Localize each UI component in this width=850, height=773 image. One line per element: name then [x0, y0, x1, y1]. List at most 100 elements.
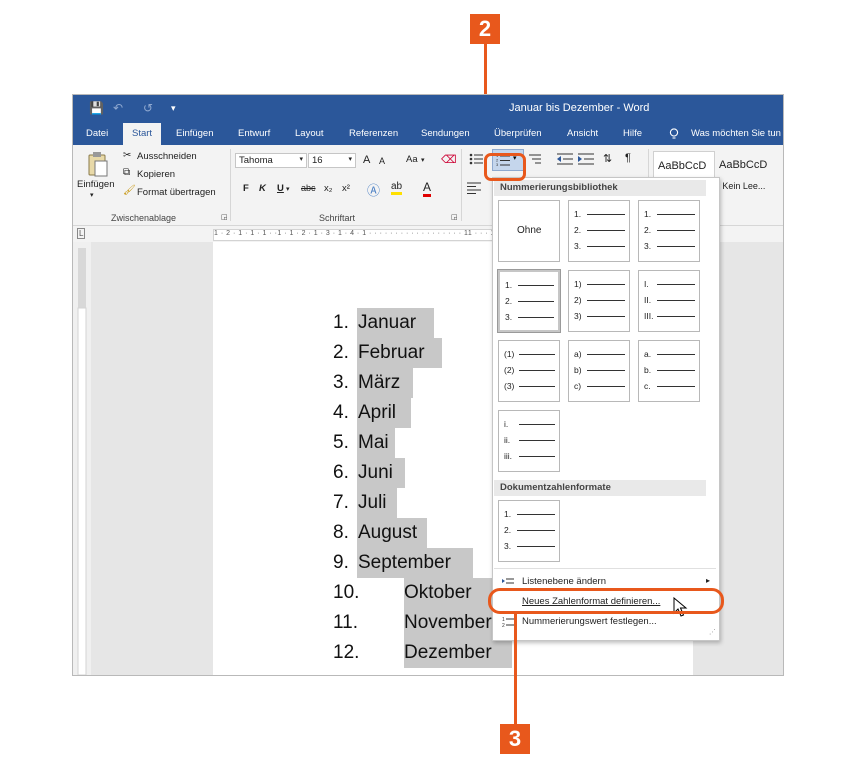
- list-item[interactable]: März: [358, 372, 400, 394]
- chevron-down-icon: ▾: [421, 157, 425, 164]
- tab-hilfe[interactable]: Hilfe: [623, 128, 642, 139]
- increase-indent-icon[interactable]: [578, 153, 594, 165]
- font-name-value: Tahoma: [239, 155, 273, 166]
- font-group-label: Schriftart: [319, 213, 356, 223]
- list-item[interactable]: Dezember: [404, 642, 492, 664]
- redo-icon[interactable]: ↺: [143, 101, 153, 115]
- numbering-format-tile[interactable]: a. b. c.: [638, 340, 700, 402]
- undo-icon[interactable]: ↶: [113, 101, 123, 115]
- italic-button[interactable]: K: [259, 183, 266, 194]
- tab-datei[interactable]: Datei: [86, 128, 108, 139]
- list-number: 6.: [333, 462, 349, 483]
- show-formatting-icon[interactable]: ¶: [625, 152, 631, 164]
- clipboard-launcher-icon[interactable]: ◲: [221, 213, 228, 221]
- tab-einfuegen[interactable]: Einfügen: [176, 128, 214, 139]
- numbering-format-tile[interactable]: 1. 2. 3.: [568, 200, 630, 262]
- numbering-format-tile[interactable]: a) b) c): [568, 340, 630, 402]
- list-number: 2.: [333, 342, 349, 363]
- list-number: 3.: [333, 372, 349, 393]
- text-effects-icon[interactable]: Ⓐ: [367, 180, 380, 199]
- change-list-level-label: Listenebene ändern: [522, 576, 606, 587]
- numbering-format-tile-selected[interactable]: 1. 2. 3.: [497, 269, 561, 333]
- font-size-combo[interactable]: 16 ▾: [308, 153, 356, 168]
- subscript-button[interactable]: x₂: [324, 183, 332, 194]
- scissors-icon: ✂: [123, 150, 132, 161]
- customize-qat-icon[interactable]: ▾: [171, 103, 176, 114]
- tell-me-search[interactable]: Was möchten Sie tun: [691, 128, 781, 139]
- menu-divider: [494, 568, 716, 569]
- copy-button[interactable]: Kopieren: [137, 169, 175, 180]
- bold-button[interactable]: F: [243, 183, 249, 194]
- callout-step-2: 2: [470, 14, 500, 44]
- shrink-font-button[interactable]: A: [379, 156, 385, 166]
- style-no-spacing[interactable]: AaBbCcD ¶ Kein Lee...: [715, 151, 775, 197]
- vertical-ruler-ticks: [77, 248, 87, 675]
- tab-sendungen[interactable]: Sendungen: [421, 128, 470, 139]
- lightbulb-icon: [669, 128, 679, 139]
- resize-grip-icon[interactable]: ⋰: [709, 628, 716, 636]
- paste-button[interactable]: Einfügen: [77, 179, 115, 190]
- tab-selector-icon[interactable]: L: [77, 228, 86, 239]
- highlight-color-icon[interactable]: ab: [391, 181, 403, 195]
- tab-referenzen[interactable]: Referenzen: [349, 128, 398, 139]
- title-bar: 💾 ↶ ↺ ▾ Januar bis Dezember - Word: [73, 95, 783, 123]
- numbering-format-tile[interactable]: 1. 2. 3.: [638, 200, 700, 262]
- numbering-library-header: Nummerierungsbibliothek: [494, 180, 706, 196]
- bullets-icon[interactable]: [469, 153, 483, 165]
- font-color-icon[interactable]: A: [423, 180, 432, 197]
- numbering-format-tile[interactable]: I. II. III.: [638, 270, 700, 332]
- sort-icon[interactable]: ⇅: [603, 152, 612, 165]
- save-icon[interactable]: 💾: [89, 101, 104, 115]
- cut-button[interactable]: Ausschneiden: [137, 151, 197, 162]
- numbering-format-none[interactable]: Ohne: [498, 200, 560, 262]
- list-number: 4.: [333, 402, 349, 423]
- list-number: 9.: [333, 552, 349, 573]
- list-item[interactable]: Mai: [358, 432, 389, 454]
- superscript-button[interactable]: x²: [342, 183, 350, 194]
- tab-start[interactable]: Start: [123, 123, 162, 145]
- font-name-combo[interactable]: Tahoma ▾: [235, 153, 307, 168]
- list-item[interactable]: Juli: [358, 492, 387, 514]
- list-number: 1.: [333, 312, 349, 333]
- strikethrough-button[interactable]: abc: [301, 183, 316, 193]
- define-format-highlight-ring: [488, 588, 724, 614]
- multilevel-list-icon[interactable]: [527, 153, 543, 165]
- font-size-value: 16: [312, 155, 323, 166]
- clear-format-icon[interactable]: ⌫: [441, 153, 457, 166]
- tab-ueberpruefen[interactable]: Überprüfen: [494, 128, 542, 139]
- document-formats-header: Dokumentzahlenformate: [494, 480, 706, 496]
- numbering-format-tile[interactable]: (1) (2) (3): [498, 340, 560, 402]
- numbering-format-tile[interactable]: 1) 2) 3): [568, 270, 630, 332]
- ribbon-divider: [230, 149, 231, 221]
- list-item[interactable]: November: [404, 612, 492, 634]
- paste-icon: [88, 152, 108, 177]
- list-item[interactable]: September: [358, 552, 451, 574]
- align-left-icon[interactable]: [467, 182, 481, 194]
- list-item[interactable]: Januar: [358, 312, 416, 334]
- style-no-spacing-preview: AaBbCcD: [719, 159, 768, 171]
- list-item[interactable]: Februar: [358, 342, 425, 364]
- format-painter-button[interactable]: Format übertragen: [137, 187, 216, 198]
- list-item[interactable]: Juni: [358, 462, 393, 484]
- tab-entwurf[interactable]: Entwurf: [238, 128, 270, 139]
- underline-button[interactable]: U: [277, 183, 284, 194]
- tab-ansicht[interactable]: Ansicht: [567, 128, 598, 139]
- numbering-format-tile[interactable]: i. ii. iii.: [498, 410, 560, 472]
- document-format-tile[interactable]: 1. 2. 3.: [498, 500, 560, 562]
- list-item[interactable]: August: [358, 522, 417, 544]
- numbering-button-highlight-ring: [484, 153, 526, 181]
- set-numbering-value-label: Nummerierungswert festlegen...: [522, 616, 657, 627]
- change-case-button[interactable]: Aa: [406, 154, 418, 165]
- window-title: Januar bis Dezember - Word: [509, 102, 650, 114]
- list-item[interactable]: Oktober: [404, 582, 472, 604]
- grow-font-button[interactable]: A: [363, 154, 370, 166]
- list-item[interactable]: April: [358, 402, 396, 424]
- style-normal-preview: AaBbCcD: [658, 160, 707, 172]
- paste-dropdown-icon[interactable]: ▾: [90, 191, 94, 199]
- list-number: 12.: [333, 642, 360, 663]
- chevron-down-icon: ▾: [286, 186, 290, 193]
- decrease-indent-icon[interactable]: [557, 153, 573, 165]
- chevron-down-icon: ▾: [348, 156, 352, 163]
- font-launcher-icon[interactable]: ◲: [451, 213, 458, 221]
- tab-layout[interactable]: Layout: [295, 128, 324, 139]
